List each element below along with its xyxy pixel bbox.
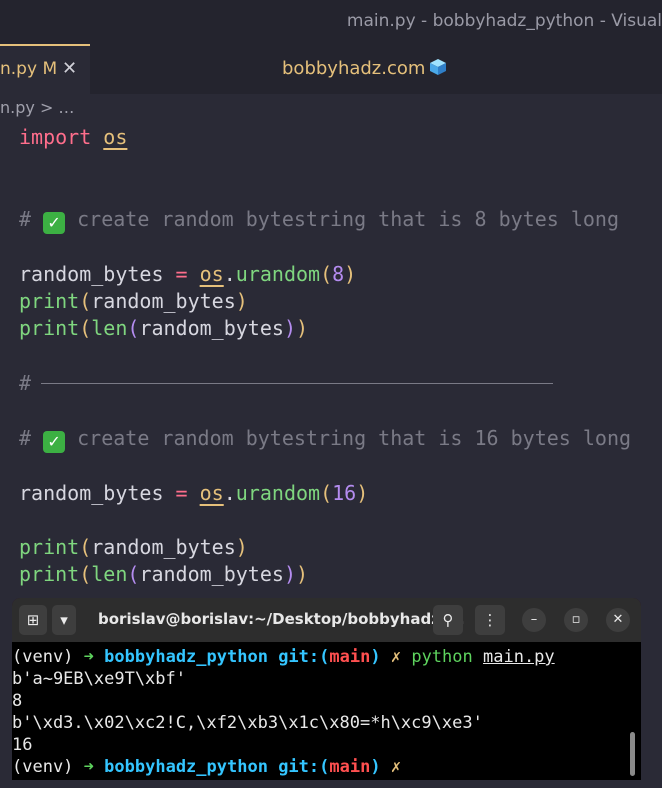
code-line-1: import os <box>19 125 128 149</box>
code-line-3: random_bytes = os.urandom(8) <box>19 262 357 286</box>
code-comment-1: # ✓ create random bytestring that is 8 b… <box>19 207 619 234</box>
terminal-line: b'\xd3.\x02\xc2!C,\xf2\xb3\x1c\x80=*h\xc… <box>12 713 483 733</box>
terminal-line: 8 <box>12 691 23 711</box>
tab-main-py[interactable]: n.py M ✕ <box>0 44 90 94</box>
code-line-7: random_bytes = os.urandom(16) <box>19 481 369 505</box>
chevron-down-icon[interactable]: ▾ <box>52 605 76 635</box>
breadcrumb[interactable]: n.py > … <box>0 98 74 117</box>
new-tab-icon[interactable]: ⊞ <box>19 605 47 635</box>
terminal-line: b'a~9EB\xe9T\xbf' <box>12 669 186 689</box>
code-line-9: print(len(random_bytes)) <box>19 562 309 586</box>
terminal-line: (venv) ➜ bobbyhadz_python git:(main) ✗ p… <box>12 647 555 667</box>
site-label: bobbyhadz.com <box>282 58 447 79</box>
menu-icon[interactable]: ⋮ <box>475 605 505 635</box>
code-line-4: print(random_bytes) <box>19 289 248 313</box>
scrollbar[interactable] <box>630 732 635 776</box>
code-comment-2: # ✓ create random bytestring that is 16 … <box>19 426 632 453</box>
terminal-output[interactable]: (venv) ➜ bobbyhadz_python git:(main) ✗ p… <box>12 642 641 780</box>
search-icon[interactable]: ⚲ <box>433 605 463 635</box>
code-editor[interactable]: import os # ✓ create random bytestring t… <box>0 124 662 594</box>
close-icon[interactable]: ✕ <box>606 608 630 632</box>
window-title: main.py - bobbyhadz_python - Visual <box>346 11 662 31</box>
code-line-8: print(random_bytes) <box>19 535 248 559</box>
separator-rule <box>41 383 554 384</box>
check-icon: ✓ <box>43 431 66 453</box>
code-separator: # <box>19 370 554 397</box>
cube-icon <box>430 59 447 75</box>
terminal-title: borislav@borislav:~/Desktop/bobbyhadz_..… <box>98 610 465 628</box>
close-icon[interactable]: ✕ <box>62 58 77 79</box>
terminal-line: (venv) ➜ bobbyhadz_python git:(main) ✗ <box>12 757 402 777</box>
terminal-header: ⊞ ▾ borislav@borislav:~/Desktop/bobbyhad… <box>12 598 641 642</box>
minimize-icon[interactable]: – <box>522 608 546 632</box>
check-icon: ✓ <box>43 212 66 234</box>
code-line-5: print(len(random_bytes)) <box>19 316 309 340</box>
title-bar: main.py - bobbyhadz_python - Visual <box>0 0 662 44</box>
terminal-window[interactable]: ⊞ ▾ borislav@borislav:~/Desktop/bobbyhad… <box>12 598 641 780</box>
tab-label: n.py M <box>0 59 58 79</box>
terminal-line: 16 <box>12 735 33 755</box>
maximize-icon[interactable]: ▫ <box>564 608 588 632</box>
